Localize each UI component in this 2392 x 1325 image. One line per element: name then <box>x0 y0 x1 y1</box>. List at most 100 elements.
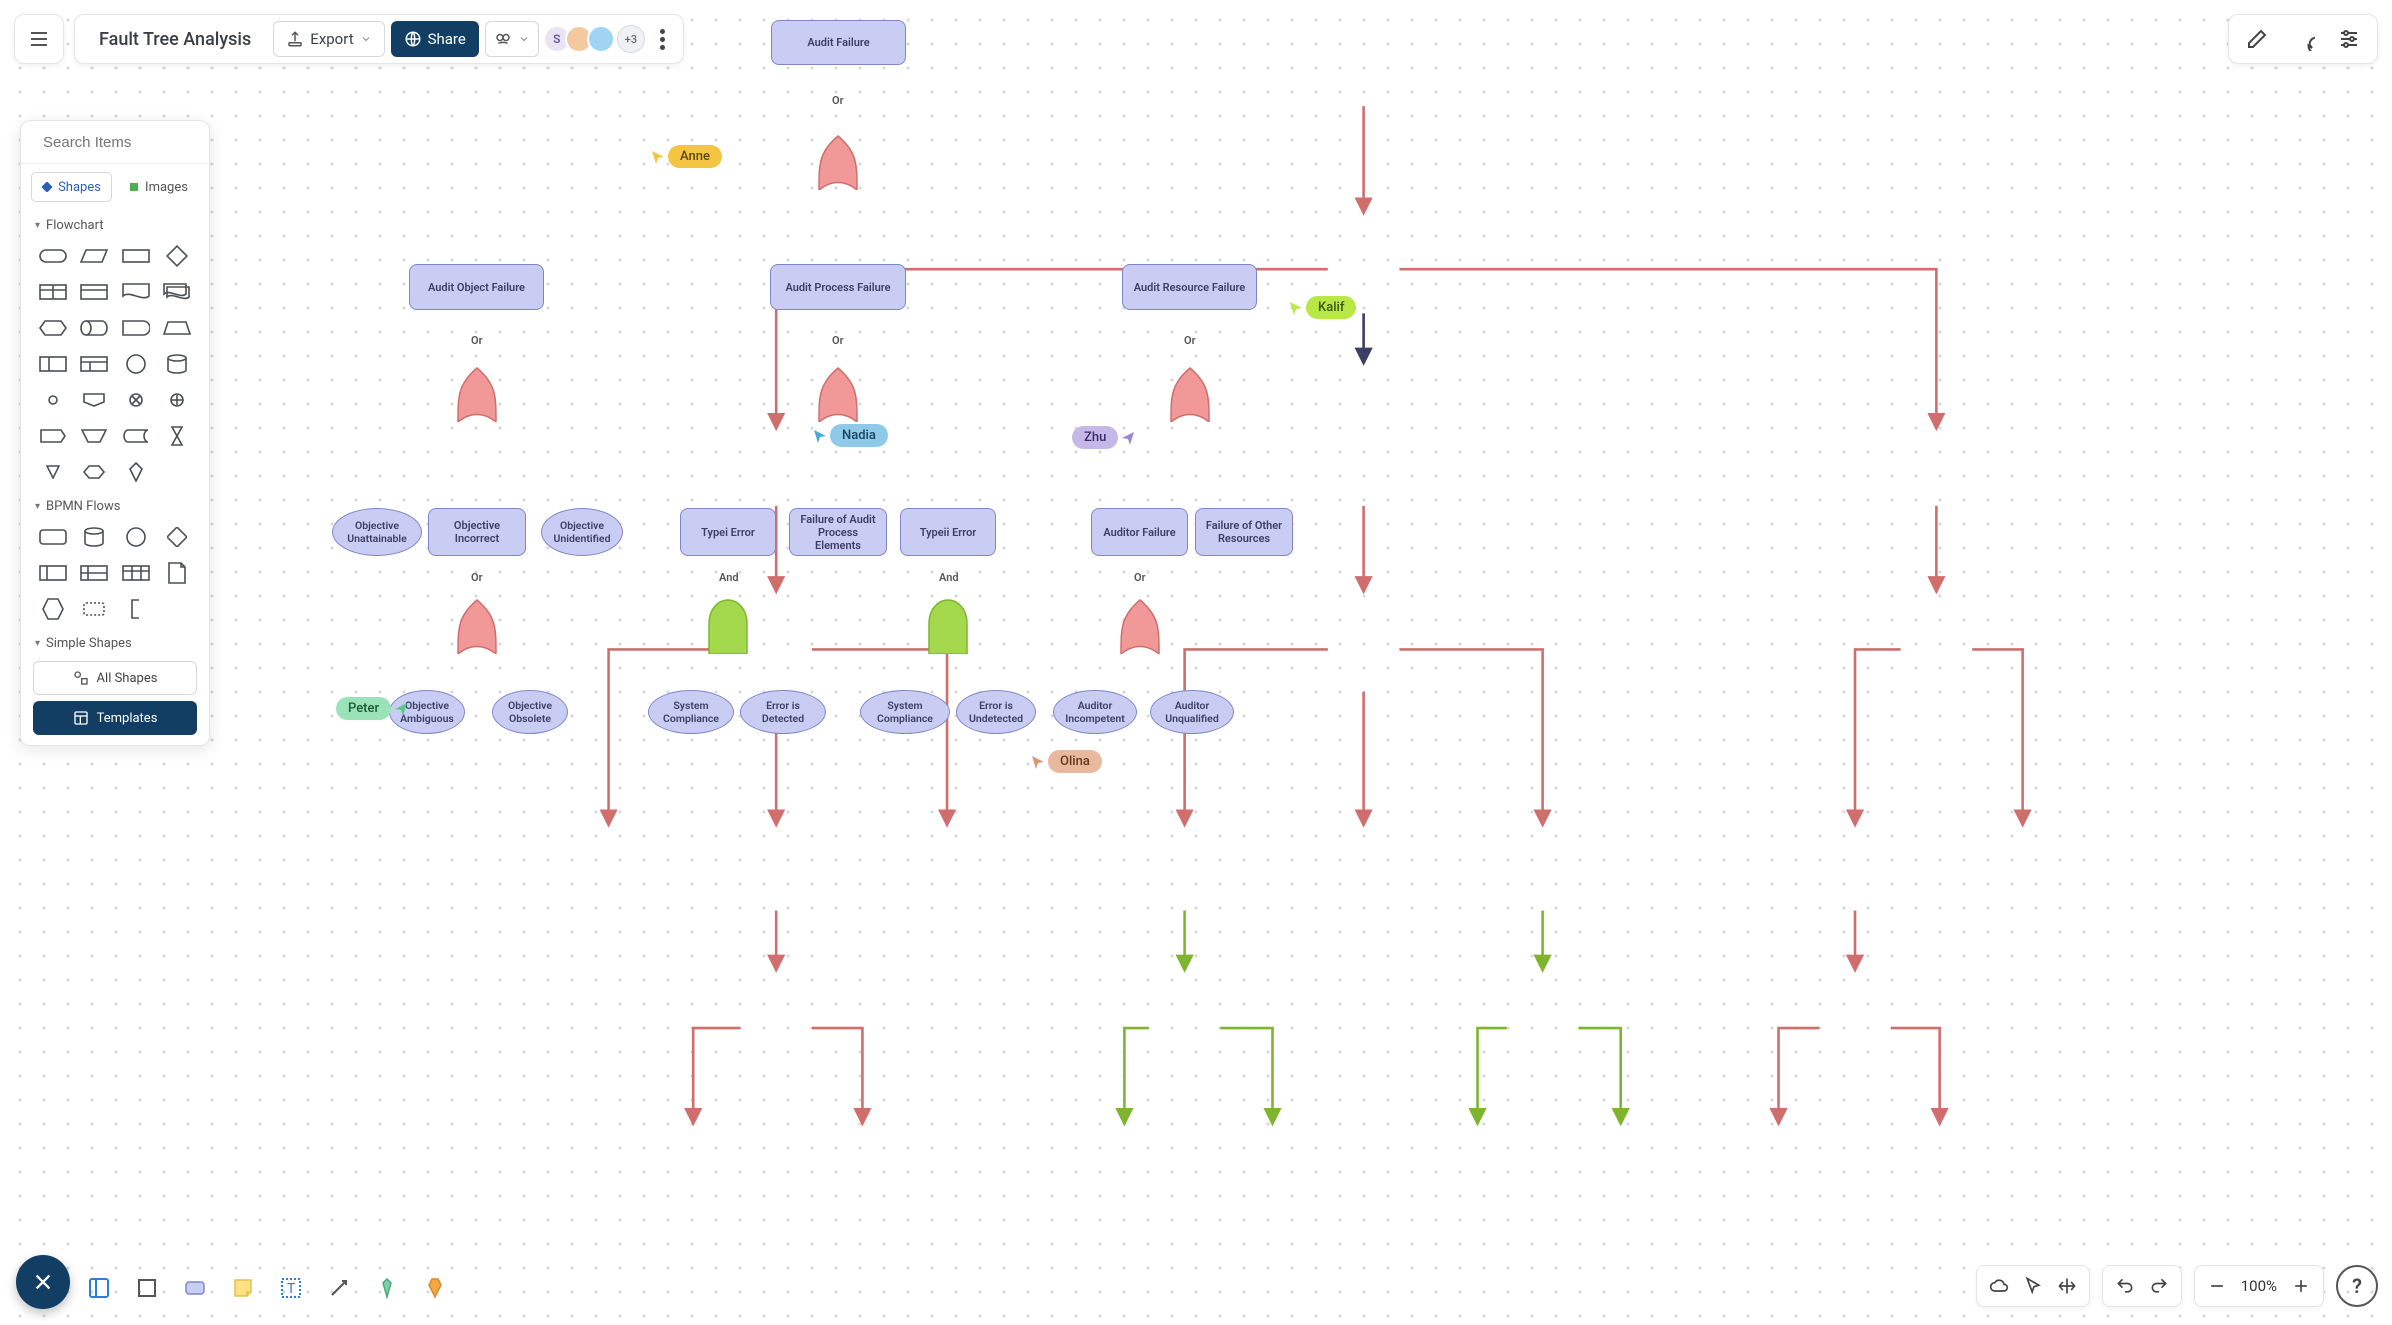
shape-diamond[interactable] <box>160 243 196 269</box>
collaborator-avatars[interactable]: S +3 <box>545 25 645 53</box>
shape-bpmn-hex[interactable] <box>35 596 71 622</box>
shape-gem[interactable] <box>118 459 154 485</box>
shape-rect[interactable] <box>118 243 154 269</box>
settings-button[interactable] <box>2329 19 2369 59</box>
shape-plus[interactable] <box>160 387 196 413</box>
tab-images[interactable]: Images <box>118 172 199 202</box>
tool-pen[interactable] <box>368 1269 406 1307</box>
shape-search[interactable] <box>21 121 209 164</box>
shape-blank[interactable] <box>160 596 196 622</box>
shape-bpmn-data[interactable] <box>77 524 113 550</box>
node-objective-incorrect[interactable]: Objective Incorrect <box>428 508 526 556</box>
or-gate[interactable] <box>815 366 861 422</box>
or-gate[interactable] <box>1117 598 1163 654</box>
and-gate[interactable] <box>705 598 751 654</box>
shape-bpmn-lane[interactable] <box>77 560 113 586</box>
shape-trapezoid[interactable] <box>160 315 196 341</box>
node-auditor-incompetent[interactable]: Auditor Incompetent <box>1053 690 1137 734</box>
node-error-undetected[interactable]: Error is Undetected <box>956 690 1036 734</box>
avatar[interactable] <box>587 25 615 53</box>
node-auditor-failure[interactable]: Auditor Failure <box>1091 508 1188 556</box>
export-button[interactable]: Export <box>273 21 384 57</box>
or-gate[interactable] <box>454 598 500 654</box>
menu-button[interactable] <box>14 14 64 64</box>
shape-bpmn-task[interactable] <box>35 524 71 550</box>
or-gate[interactable] <box>1167 366 1213 422</box>
node-audit-process-failure[interactable]: Audit Process Failure <box>770 264 906 310</box>
node-system-compliance[interactable]: System Compliance <box>648 690 734 734</box>
more-menu-button[interactable] <box>651 29 675 50</box>
share-button[interactable]: Share <box>391 21 479 57</box>
templates-button[interactable]: Templates <box>33 701 197 735</box>
diagram-canvas[interactable]: Or Or Or Or Or And And Or Audit Failure … <box>0 0 2392 1325</box>
shape-bpmn-pool[interactable] <box>35 560 71 586</box>
help-button[interactable]: ? <box>2336 1265 2378 1307</box>
node-audit-resource-failure[interactable]: Audit Resource Failure <box>1122 264 1257 310</box>
tool-text[interactable]: T <box>272 1269 310 1307</box>
section-bpmn[interactable]: BPMN Flows <box>21 491 209 518</box>
tab-shapes[interactable]: Shapes <box>31 172 112 202</box>
shape-header[interactable] <box>77 351 113 377</box>
section-simple[interactable]: Simple Shapes <box>21 628 209 655</box>
or-gate[interactable] <box>815 134 861 190</box>
shape-delay[interactable] <box>118 315 154 341</box>
shape-bpmn-gateway[interactable] <box>160 524 196 550</box>
shape-display[interactable] <box>77 387 113 413</box>
tool-rect[interactable] <box>128 1269 166 1307</box>
ai-button[interactable] <box>485 21 539 57</box>
undo-button[interactable] <box>2109 1270 2141 1302</box>
shape-dot[interactable] <box>35 387 71 413</box>
node-audit-object-failure[interactable]: Audit Object Failure <box>409 264 544 310</box>
zoom-in-button[interactable] <box>2285 1270 2317 1302</box>
pan-tool-button[interactable] <box>2051 1270 2083 1302</box>
edit-button[interactable] <box>2237 19 2277 59</box>
tool-connector[interactable] <box>320 1269 358 1307</box>
cloud-sync-button[interactable] <box>1983 1270 2015 1302</box>
document-title[interactable]: Fault Tree Analysis <box>83 29 267 50</box>
tool-highlighter[interactable] <box>416 1269 454 1307</box>
tool-frame[interactable] <box>80 1269 118 1307</box>
shape-documents[interactable] <box>160 279 196 305</box>
shape-subprocess[interactable] <box>77 279 113 305</box>
node-typei-error[interactable]: Typei Error <box>680 508 776 556</box>
node-objective-obsolete[interactable]: Objective Obsolete <box>492 690 568 734</box>
shape-stored[interactable] <box>118 423 154 449</box>
shape-trap-down[interactable] <box>77 423 113 449</box>
close-panel-fab[interactable] <box>16 1255 70 1309</box>
avatar-more[interactable]: +3 <box>617 25 645 53</box>
comments-button[interactable] <box>2283 19 2323 59</box>
section-flowchart[interactable]: Flowchart <box>21 210 209 237</box>
shape-bpmn-group[interactable] <box>118 560 154 586</box>
shape-flag[interactable] <box>35 423 71 449</box>
shape-cylinder-h[interactable] <box>77 315 113 341</box>
tool-sticky[interactable] <box>224 1269 262 1307</box>
all-shapes-button[interactable]: All Shapes <box>33 661 197 695</box>
search-input[interactable] <box>43 134 242 151</box>
node-auditor-unqualified[interactable]: Auditor Unqualified <box>1150 690 1234 734</box>
shape-document[interactable] <box>118 279 154 305</box>
shape-cylinder[interactable] <box>160 351 196 377</box>
shape-bpmn-text[interactable] <box>118 596 154 622</box>
tool-card[interactable] <box>176 1269 214 1307</box>
shape-blank[interactable] <box>160 459 196 485</box>
shape-card[interactable] <box>35 351 71 377</box>
shape-bpmn-event[interactable] <box>118 524 154 550</box>
node-failure-other-resources[interactable]: Failure of Other Resources <box>1195 508 1293 556</box>
shape-tri[interactable] <box>35 459 71 485</box>
node-typeii-error[interactable]: Typeii Error <box>900 508 996 556</box>
node-system-compliance-2[interactable]: System Compliance <box>860 690 950 734</box>
node-objective-unidentified[interactable]: Objective Unidentified <box>541 508 623 556</box>
shape-hourglass[interactable] <box>160 423 196 449</box>
shape-terminator[interactable] <box>35 243 71 269</box>
zoom-out-button[interactable] <box>2201 1270 2233 1302</box>
shape-hex[interactable] <box>35 315 71 341</box>
node-failure-audit-process-elements[interactable]: Failure of Audit Process Elements <box>789 508 887 556</box>
shape-x[interactable] <box>118 387 154 413</box>
shape-hex2[interactable] <box>77 459 113 485</box>
node-objective-unattainable[interactable]: Objective Unattainable <box>332 508 422 556</box>
or-gate[interactable] <box>454 366 500 422</box>
shape-bpmn-annotation[interactable] <box>77 596 113 622</box>
node-audit-failure[interactable]: Audit Failure <box>771 20 906 65</box>
zoom-level[interactable]: 100% <box>2235 1277 2283 1295</box>
shape-bpmn-doc[interactable] <box>160 560 196 586</box>
